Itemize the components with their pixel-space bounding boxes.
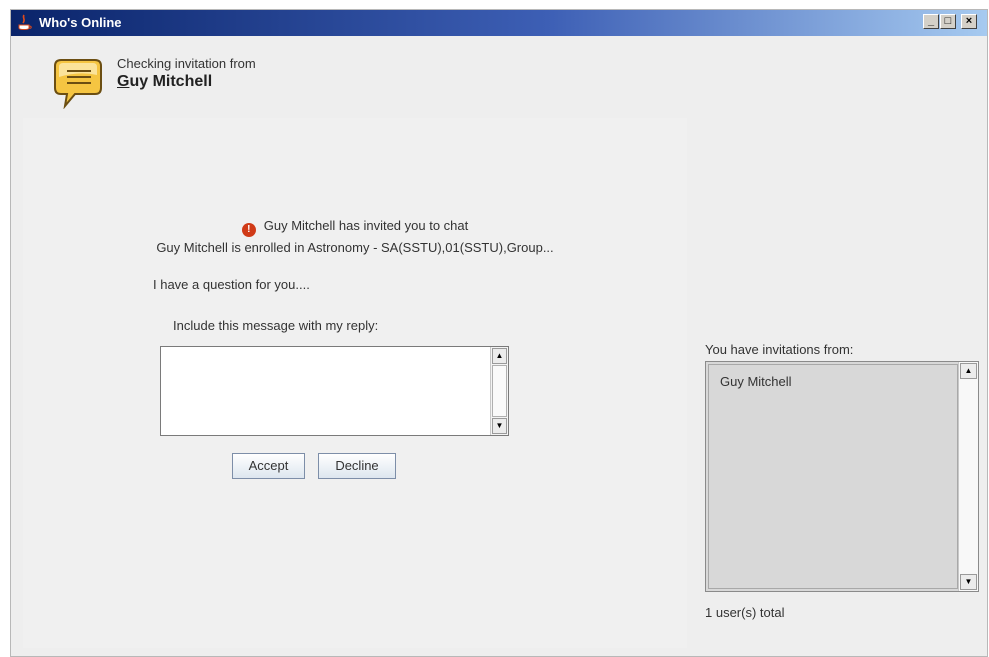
include-message-label: Include this message with my reply:	[173, 318, 379, 333]
warning-icon: !	[241, 223, 256, 237]
invitation-panel: ! Guy Mitchell has invited you to chat Gu…	[23, 118, 687, 648]
chat-bubble-icon	[54, 59, 102, 109]
scroll-down-icon[interactable]: ▼	[492, 418, 507, 434]
scroll-down-icon[interactable]: ▼	[960, 574, 977, 590]
accept-button[interactable]: Accept	[232, 453, 305, 479]
maximize-button[interactable]: □	[940, 14, 956, 29]
list-item[interactable]: Guy Mitchell	[720, 374, 792, 389]
scroll-up-icon[interactable]: ▲	[492, 348, 507, 364]
title-bar[interactable]: Who's Online _ □ ×	[11, 10, 987, 36]
minimize-button[interactable]: _	[923, 14, 939, 29]
decline-button[interactable]: Decline	[318, 453, 396, 479]
scroll-up-icon[interactable]: ▲	[960, 363, 977, 379]
sender-name: Guy Mitchell	[117, 73, 212, 91]
java-icon	[18, 14, 32, 30]
close-button[interactable]: ×	[961, 14, 977, 29]
invitations-label: You have invitations from:	[705, 342, 854, 357]
sender-name-rest: uy Mitchell	[129, 73, 213, 90]
reply-scrollbar[interactable]: ▲ ▼	[490, 347, 508, 435]
invitations-scrollbar[interactable]: ▲ ▼	[958, 362, 978, 591]
enrollment-text: Guy Mitchell is enrolled in Astronomy - …	[156, 240, 554, 255]
invite-message: Guy Mitchell has invited you to chat	[263, 218, 469, 233]
invitations-list[interactable]: Guy Mitchell ▲ ▼	[705, 361, 979, 592]
invitations-list-viewport: Guy Mitchell	[708, 364, 958, 589]
scroll-thumb[interactable]	[492, 365, 507, 417]
user-total-text: 1 user(s) total	[705, 605, 785, 620]
checking-invitation-text: Checking invitation from	[117, 56, 256, 71]
sender-mnemonic: G	[117, 73, 130, 90]
window-title: Who's Online	[39, 15, 122, 30]
whos-online-window: Who's Online _ □ × Checking invitation f…	[10, 9, 988, 657]
invite-message-line: ! Guy Mitchell has invited you to chat	[23, 218, 687, 237]
reply-message-textarea[interactable]: ▲ ▼	[160, 346, 509, 436]
question-text: I have a question for you....	[153, 277, 310, 292]
